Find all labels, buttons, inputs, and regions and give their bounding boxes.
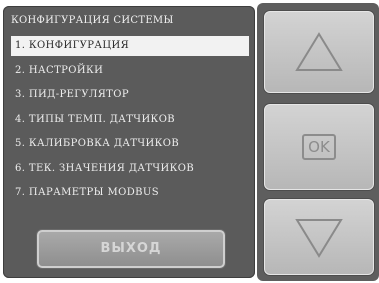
menu-item-modbus-params[interactable]: 7. ПАРАМЕТРЫ MODBUS xyxy=(11,183,249,203)
controller-panel: КОНФИГУРАЦИЯ СИСТЕМЫ 1. КОНФИГУРАЦИЯ 2. … xyxy=(0,0,379,283)
exit-button[interactable]: ВЫХОД xyxy=(37,230,225,268)
navigation-buttons: OK xyxy=(257,3,379,281)
menu-item-temp-sensor-types[interactable]: 4. ТИПЫ ТЕМП. ДАТЧИКОВ xyxy=(11,110,249,130)
menu-item-pid-controller[interactable]: 3. ПИД-РЕГУЛЯТОР xyxy=(11,85,249,105)
down-button[interactable] xyxy=(264,199,374,275)
ok-button[interactable]: OK xyxy=(264,104,374,190)
menu-list: 1. КОНФИГУРАЦИЯ 2. НАСТРОЙКИ 3. ПИД-РЕГУ… xyxy=(11,36,249,208)
menu-item-configuration[interactable]: 1. КОНФИГУРАЦИЯ xyxy=(11,36,249,56)
screen-title: КОНФИГУРАЦИЯ СИСТЕМЫ xyxy=(11,15,174,26)
up-button[interactable] xyxy=(264,11,374,93)
menu-item-sensor-calibration[interactable]: 5. КАЛИБРОВКА ДАТЧИКОВ xyxy=(11,134,249,154)
ok-label: OK xyxy=(302,134,336,160)
menu-item-settings[interactable]: 2. НАСТРОЙКИ xyxy=(11,61,249,81)
triangle-down-icon xyxy=(295,219,343,258)
menu-item-sensor-values[interactable]: 6. ТЕК. ЗНАЧЕНИЯ ДАТЧИКОВ xyxy=(11,159,249,179)
triangle-up-icon xyxy=(295,32,343,71)
menu-screen: КОНФИГУРАЦИЯ СИСТЕМЫ 1. КОНФИГУРАЦИЯ 2. … xyxy=(3,6,255,278)
